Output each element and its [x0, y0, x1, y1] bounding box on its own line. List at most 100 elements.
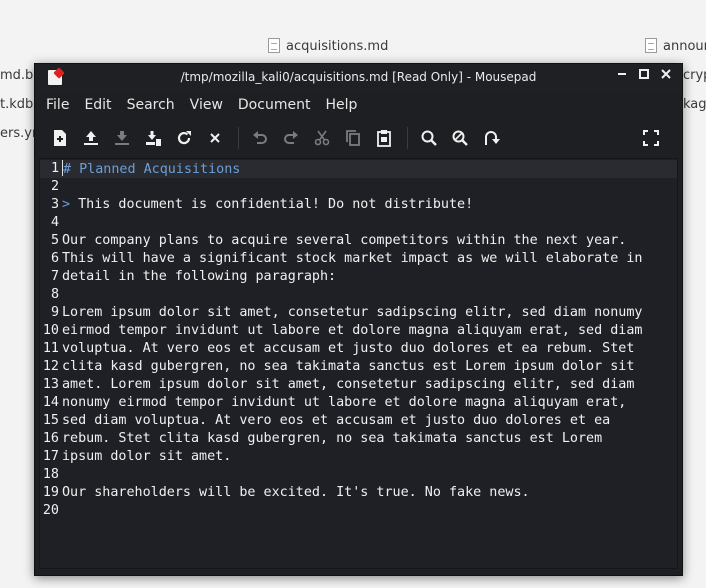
line-text: rebum. Stet clita kasd gubergren, no sea… — [62, 430, 602, 448]
desktop-file-kage[interactable]: kage — [683, 97, 706, 112]
find-button[interactable] — [417, 126, 441, 150]
new-document-icon — [54, 130, 66, 146]
line-text: sed diam voluptua. At vero eos et accusa… — [62, 412, 610, 430]
line-number: 11 — [42, 341, 59, 356]
markdown-heading: # Planned Acquisitions — [63, 162, 241, 177]
editor-line[interactable]: 13 amet. Lorem ipsum dolor sit amet, cons… — [40, 376, 677, 394]
desktop-file-announ[interactable]: announ — [645, 38, 706, 54]
minimize-icon — [618, 73, 626, 75]
toolbar-separator — [407, 127, 408, 149]
window-title: /tmp/mozilla_kali0/acquisitions.md [Read… — [180, 70, 537, 84]
menu-search[interactable]: Search — [127, 97, 175, 113]
line-content: Our company plans to acquire several com… — [62, 233, 627, 248]
toolbar-separator — [238, 127, 239, 149]
undo-button[interactable] — [248, 126, 272, 150]
editor-line[interactable]: 3 > This document is confidential! Do not… — [40, 196, 677, 214]
line-number: 15 — [42, 413, 59, 428]
redo-button[interactable] — [279, 126, 303, 150]
desktop-file-acquisitions[interactable]: acquisitions.md — [268, 38, 388, 54]
paste-icon — [377, 130, 391, 147]
editor-line[interactable]: 12 clita kasd gubergren, no sea takimata … — [40, 358, 677, 376]
line-text: ipsum dolor sit amet. — [62, 448, 231, 466]
desktop-file-crypt[interactable]: crypt — [683, 68, 706, 83]
menu-file[interactable]: File — [46, 97, 69, 113]
fullscreen-button[interactable] — [639, 126, 663, 150]
save-button[interactable] — [110, 126, 134, 150]
fullscreen-icon — [643, 130, 659, 146]
line-content: amet. Lorem ipsum dolor sit amet, conset… — [62, 377, 635, 392]
new-document-button[interactable] — [48, 126, 72, 150]
line-content: This document is confidential! Do not di… — [78, 197, 474, 212]
open-button[interactable] — [79, 126, 103, 150]
undo-icon — [253, 131, 267, 144]
editor-line[interactable]: 19 Our shareholders will be excited. It's… — [40, 484, 677, 502]
find-replace-button[interactable] — [448, 126, 472, 150]
cut-button[interactable] — [310, 126, 334, 150]
line-text: clita kasd gubergren, no sea takimata sa… — [62, 358, 634, 376]
editor-line[interactable]: 14 nonumy eirmod tempor invidunt ut labor… — [40, 394, 677, 412]
line-text: amet. Lorem ipsum dolor sit amet, conset… — [62, 376, 634, 394]
line-text: detail in the following paragraph: — [62, 268, 336, 286]
reload-button[interactable] — [172, 126, 196, 150]
editor-line[interactable]: 8 — [40, 286, 677, 304]
cut-icon — [314, 130, 330, 146]
text-editor[interactable]: 1 # Planned Acquisitions 2 3 > This document… — [39, 158, 678, 569]
copy-button[interactable] — [341, 126, 365, 150]
editor-line[interactable]: 9 Lorem ipsum dolor sit amet, consetetur … — [40, 304, 677, 322]
editor-line[interactable]: 18 — [40, 466, 677, 484]
mousepad-window: /tmp/mozilla_kali0/acquisitions.md [Read… — [34, 63, 683, 576]
line-text: nonumy eirmod tempor invidunt ut labore … — [62, 394, 626, 412]
maximize-icon — [639, 69, 649, 79]
find-replace-icon — [452, 130, 468, 146]
go-to-line-button[interactable] — [479, 126, 503, 150]
minimize-button[interactable] — [614, 68, 630, 86]
line-content: detail in the following paragraph: — [62, 269, 337, 284]
editor-line[interactable]: 11 voluptua. At vero eos et accusam et ju… — [40, 340, 677, 358]
redo-icon — [284, 131, 298, 144]
line-text: > This document is confidential! Do not … — [62, 196, 473, 214]
editor-line[interactable]: 15 sed diam voluptua. At vero eos et accu… — [40, 412, 677, 430]
line-content: clita kasd gubergren, no sea takimata sa… — [62, 359, 635, 374]
line-number: 8 — [50, 287, 59, 302]
close-icon — [661, 69, 671, 79]
line-content: This will have a significant stock marke… — [62, 251, 643, 266]
line-text: Our company plans to acquire several com… — [62, 232, 626, 250]
line-number: 19 — [42, 485, 59, 500]
editor-line[interactable]: 17 ipsum dolor sit amet. — [40, 448, 677, 466]
find-icon — [421, 130, 437, 146]
title-bar[interactable]: /tmp/mozilla_kali0/acquisitions.md [Read… — [35, 64, 682, 91]
editor-line[interactable]: 20 — [40, 502, 677, 520]
reload-icon — [177, 131, 191, 145]
editor-line[interactable]: 6 This will have a significant stock mark… — [40, 250, 677, 268]
line-number: 3 — [50, 197, 59, 212]
save-as-icon — [146, 131, 161, 146]
maximize-button[interactable] — [636, 68, 652, 86]
menu-edit[interactable]: Edit — [84, 97, 111, 113]
line-number: 10 — [42, 323, 59, 338]
go-to-line-icon — [485, 131, 500, 145]
menu-document[interactable]: Document — [238, 97, 311, 113]
line-text: This will have a significant stock marke… — [62, 250, 642, 268]
open-icon — [84, 131, 98, 145]
line-text: voluptua. At vero eos et accusam et just… — [62, 340, 634, 358]
editor-line[interactable]: 1 # Planned Acquisitions — [40, 160, 677, 178]
editor-line[interactable]: 7 detail in the following paragraph: — [40, 268, 677, 286]
editor-line[interactable]: 5 Our company plans to acquire several co… — [40, 232, 677, 250]
line-number: 18 — [42, 467, 59, 482]
line-number: 13 — [42, 377, 59, 392]
line-content: nonumy eirmod tempor invidunt ut labore … — [62, 395, 627, 410]
paste-button[interactable] — [372, 126, 396, 150]
editor-line[interactable]: 10 eirmod tempor invidunt ut labore et do… — [40, 322, 677, 340]
close-window-button[interactable] — [658, 68, 674, 86]
menu-help[interactable]: Help — [325, 97, 357, 113]
menu-view[interactable]: View — [190, 97, 223, 113]
editor-line[interactable]: 2 — [40, 178, 677, 196]
close-icon — [210, 133, 220, 143]
save-as-button[interactable] — [141, 126, 165, 150]
editor-line[interactable]: 4 — [40, 214, 677, 232]
close-document-button[interactable] — [203, 126, 227, 150]
editor-line[interactable]: 16 rebum. Stet clita kasd gubergren, no s… — [40, 430, 677, 448]
line-number: 1 — [50, 161, 59, 176]
file-icon — [268, 38, 280, 53]
line-content: rebum. Stet clita kasd gubergren, no sea… — [62, 431, 603, 446]
